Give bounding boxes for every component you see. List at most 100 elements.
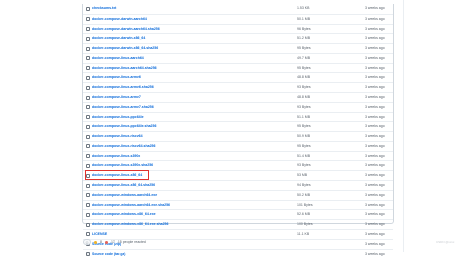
- thumbs-up-icon[interactable]: [94, 240, 97, 244]
- asset-time: 3 weeks ago: [365, 134, 385, 139]
- asset-time: 3 weeks ago: [365, 212, 385, 217]
- asset-row: docker-compose-linux-aarch64.sha256 95 By…: [83, 62, 393, 73]
- package-icon: [86, 163, 90, 168]
- package-icon: [86, 85, 90, 90]
- asset-link[interactable]: docker-compose-darwin-aarch64.sha256: [92, 25, 160, 34]
- asset-link[interactable]: docker-compose-linux-armv7.sha256: [92, 103, 154, 112]
- asset-link[interactable]: docker-compose-linux-armv6.sha256: [92, 83, 154, 92]
- hooray-icon[interactable]: [104, 240, 108, 244]
- package-icon: [86, 95, 90, 100]
- asset-size: 94 Bytes: [297, 183, 311, 188]
- package-icon: [86, 124, 90, 129]
- asset-size: 100 Bytes: [297, 222, 313, 227]
- asset-link[interactable]: docker-compose-linux-aarch64: [92, 54, 144, 63]
- package-icon: [86, 27, 90, 32]
- thumbs-up-count: 8: [100, 240, 102, 244]
- package-icon: [86, 66, 90, 71]
- package-icon: [86, 36, 90, 41]
- reactions-summary: 15 people reacted: [117, 240, 146, 244]
- asset-time: 3 weeks ago: [365, 95, 385, 100]
- asset-link[interactable]: docker-compose-linux-s390x: [92, 152, 140, 161]
- add-reaction-button[interactable]: ☺: [83, 239, 91, 245]
- asset-link[interactable]: docker-compose-darwin-x86_64.sha256: [92, 44, 158, 53]
- package-icon: [86, 232, 90, 237]
- asset-link[interactable]: docker-compose-darwin-aarch64: [92, 15, 147, 24]
- asset-row: docker-compose-linux-x86_64 53 MB 3 weeks …: [83, 169, 393, 180]
- asset-row: docker-compose-linux-armv7.sha256 93 Byte…: [83, 101, 393, 112]
- asset-row: docker-compose-darwin-aarch64 50.1 MB 3 we…: [83, 13, 393, 24]
- asset-time: 3 weeks ago: [365, 153, 385, 158]
- asset-link[interactable]: docker-compose-linux-ppc64le.sha256: [92, 122, 156, 131]
- asset-link[interactable]: docker-compose-windows-x86_64.exe: [92, 210, 156, 219]
- package-icon: [86, 56, 90, 61]
- asset-link[interactable]: docker-compose-windows-aarch64.exe: [92, 191, 157, 200]
- asset-time: 3 weeks ago: [365, 241, 385, 246]
- asset-row: Source code (tar.gz) 3 weeks ago: [83, 248, 393, 259]
- asset-time: 3 weeks ago: [365, 85, 385, 90]
- asset-size: 50.9 MB: [297, 134, 311, 139]
- asset-row: docker-compose-darwin-x86_64 51.2 MB 3 wee…: [83, 33, 393, 43]
- asset-row: docker-compose-linux-armv7 48.8 MB 3 weeks…: [83, 92, 393, 102]
- asset-size: 101 Bytes: [297, 202, 313, 207]
- package-icon: [86, 212, 90, 217]
- asset-link[interactable]: docker-compose-linux-ppc64le: [92, 113, 144, 122]
- package-icon: [86, 144, 90, 149]
- asset-link[interactable]: docker-compose-linux-s390x.sha256: [92, 161, 153, 170]
- asset-link[interactable]: docker-compose-linux-riscv64.sha256: [92, 142, 155, 151]
- asset-size: 96 Bytes: [297, 26, 311, 31]
- asset-link[interactable]: docker-compose-darwin-x86_64: [92, 34, 145, 43]
- package-icon: [86, 115, 90, 120]
- watermark: CSDN @xxxx: [436, 240, 455, 244]
- asset-row: docker-compose-linux-armv6.sha256 93 Byte…: [83, 82, 393, 92]
- asset-time: 3 weeks ago: [365, 183, 385, 188]
- asset-size: 49.7 MB: [297, 55, 311, 60]
- asset-link[interactable]: docker-compose-linux-x86_64: [92, 171, 142, 180]
- asset-row: docker-compose-windows-aarch64.exe.sha25…: [83, 199, 393, 210]
- asset-time: 3 weeks ago: [365, 55, 385, 60]
- asset-row: docker-compose-linux-aarch64 49.7 MB 3 wee…: [83, 52, 393, 63]
- package-icon: [86, 154, 90, 159]
- asset-link[interactable]: docker-compose-windows-aarch64.exe.sha25…: [92, 201, 170, 210]
- package-icon: [86, 134, 90, 139]
- asset-time: 3 weeks ago: [365, 192, 385, 197]
- package-icon: [86, 173, 90, 178]
- asset-size: 51.2 MB: [297, 36, 311, 41]
- asset-link[interactable]: docker-compose-linux-aarch64.sha256: [92, 64, 157, 73]
- zip-icon: [86, 252, 90, 256]
- asset-row: docker-compose-windows-x86_64.exe.sha256…: [83, 219, 393, 229]
- asset-row: docker-compose-linux-riscv64 50.9 MB 3 wee…: [83, 131, 393, 141]
- asset-link[interactable]: docker-compose-linux-armv7: [92, 93, 141, 102]
- asset-link[interactable]: docker-compose-windows-x86_64.exe.sha256: [92, 220, 168, 229]
- asset-row: docker-compose-linux-ppc64le.sha256 95 By…: [83, 121, 393, 131]
- asset-row: docker-compose-linux-s390x.sha256 93 Byte…: [83, 160, 393, 170]
- asset-size: 93 Bytes: [297, 163, 311, 168]
- package-icon: [86, 75, 90, 80]
- package-icon: [86, 17, 90, 22]
- package-icon: [86, 6, 90, 11]
- asset-row: checksums.txt 1.53 KB 3 weeks ago: [83, 4, 393, 14]
- asset-size: 51.1 MB: [297, 114, 311, 119]
- asset-link[interactable]: docker-compose-linux-armv6: [92, 73, 141, 82]
- asset-time: 3 weeks ago: [365, 124, 385, 129]
- asset-link[interactable]: checksums.txt: [92, 4, 116, 13]
- asset-link[interactable]: Source code (tar.gz): [92, 250, 125, 259]
- asset-time: 3 weeks ago: [365, 222, 385, 227]
- asset-size: 1.53 KB: [297, 6, 310, 10]
- asset-size: 53 MB: [297, 173, 308, 178]
- package-icon: [86, 222, 90, 227]
- asset-size: 95 Bytes: [297, 65, 311, 70]
- package-icon: [86, 46, 90, 51]
- package-icon: [86, 183, 90, 188]
- asset-link[interactable]: docker-compose-linux-riscv64: [92, 132, 143, 141]
- asset-size: 48.8 MB: [297, 95, 311, 100]
- asset-time: 3 weeks ago: [365, 114, 385, 119]
- asset-time: 3 weeks ago: [365, 251, 385, 256]
- asset-size: 51.4 MB: [297, 153, 311, 158]
- package-icon: [86, 203, 90, 208]
- reactions-bar: ☺ 8 17 15 people reacted: [83, 238, 146, 246]
- asset-time: 3 weeks ago: [365, 143, 385, 148]
- asset-link[interactable]: docker-compose-linux-x86_64.sha256: [92, 181, 155, 190]
- asset-time: 3 weeks ago: [365, 36, 385, 41]
- package-icon: [86, 193, 90, 198]
- asset-time: 3 weeks ago: [365, 65, 385, 70]
